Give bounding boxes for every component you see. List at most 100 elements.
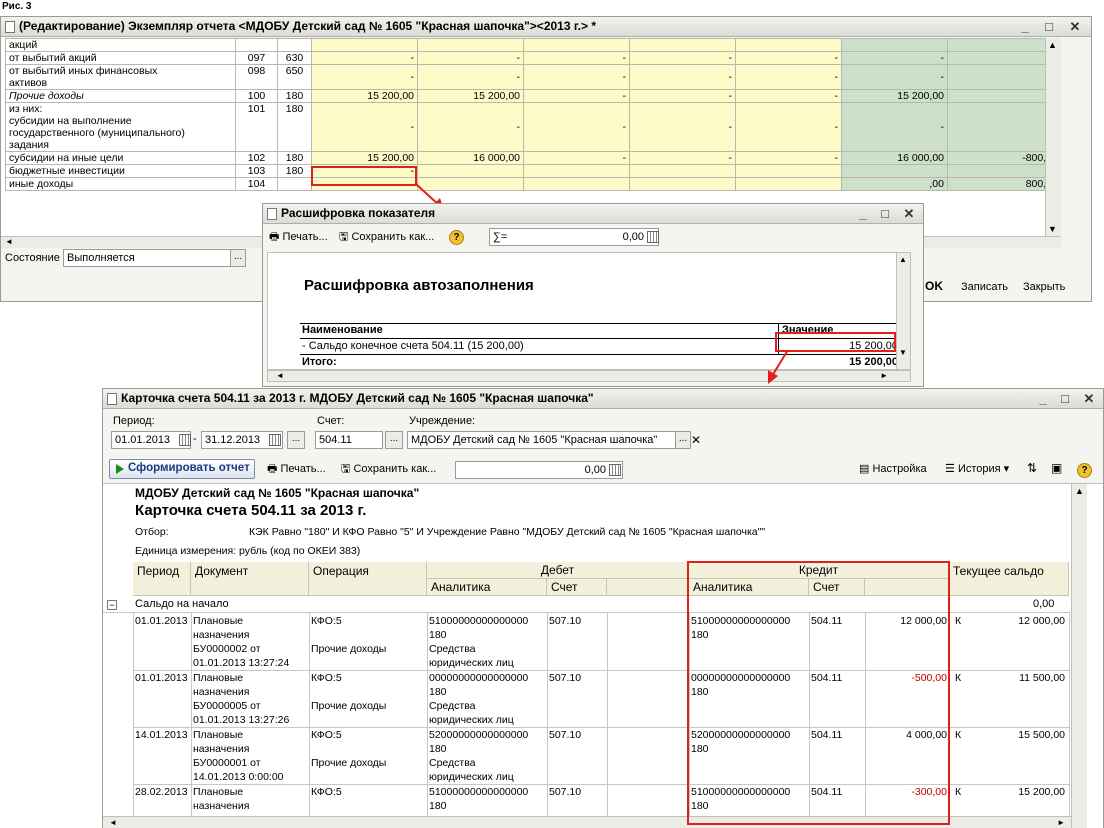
org-select-button[interactable]: ... (675, 431, 691, 449)
horizontal-scrollbar[interactable]: ◄ ► (267, 370, 911, 382)
account-field[interactable]: 504.11 (315, 431, 383, 449)
value-cell[interactable]: - (735, 89, 842, 103)
settings-button[interactable]: ▤ Настройка (859, 460, 927, 478)
calendar-icon[interactable] (269, 434, 281, 446)
value-cell[interactable] (629, 38, 736, 52)
scroll-left-icon[interactable]: ◄ (5, 237, 13, 246)
value-cell[interactable] (735, 164, 842, 178)
value-cell[interactable]: 15 200,00 (311, 151, 418, 165)
value-cell[interactable]: - (629, 89, 736, 103)
value-cell[interactable]: - (311, 64, 418, 90)
value-cell[interactable] (947, 102, 1056, 152)
value-cell[interactable]: 15 200,00 (417, 89, 524, 103)
state-select-button[interactable]: ... (230, 249, 246, 267)
value-cell[interactable]: - (841, 64, 948, 90)
vertical-scrollbar[interactable]: ▲ (1071, 484, 1087, 828)
maximize-icon[interactable]: □ (877, 206, 893, 221)
value-cell[interactable] (947, 51, 1056, 65)
scroll-right-icon[interactable]: ► (880, 371, 888, 380)
help-icon[interactable]: ? (449, 230, 464, 245)
scroll-up-icon[interactable]: ▲ (899, 255, 907, 264)
value-cell[interactable] (841, 164, 948, 178)
scroll-down-icon[interactable]: ▼ (1048, 224, 1057, 234)
account-select-button[interactable]: ... (385, 431, 403, 449)
close-button[interactable]: Закрыть (1023, 281, 1065, 293)
state-field[interactable]: Выполняется (63, 249, 231, 267)
value-cell[interactable] (629, 177, 736, 191)
generate-report-button[interactable]: Сформировать отчет (109, 459, 255, 479)
value-cell[interactable]: - (523, 102, 630, 152)
value-cell[interactable]: ,00 (841, 177, 948, 191)
save-settings-icon[interactable]: ▣ (1051, 461, 1062, 475)
ok-button[interactable]: OK (925, 279, 943, 293)
history-button[interactable]: ☰ История ▾ (945, 460, 1009, 478)
value-cell[interactable]: - (417, 51, 524, 65)
sort-icon[interactable]: ⇅ (1027, 461, 1037, 475)
value-cell[interactable]: 16 000,00 (841, 151, 948, 165)
value-cell[interactable] (947, 38, 1056, 52)
value-cell[interactable]: - (523, 51, 630, 65)
value-cell[interactable]: - (841, 102, 948, 152)
save-as-button[interactable]: 🖫 Сохранить как... (341, 460, 436, 478)
save-as-button[interactable]: 🖫 Сохранить как... (339, 228, 434, 246)
scroll-up-icon[interactable]: ▲ (1075, 486, 1084, 496)
value-cell[interactable]: 800,0 (947, 177, 1056, 191)
scroll-left-icon[interactable]: ◄ (276, 371, 284, 380)
value-cell[interactable] (523, 164, 630, 178)
value-cell[interactable] (311, 38, 418, 52)
close-icon[interactable]: ✕ (1067, 19, 1083, 34)
calculator-icon[interactable] (647, 231, 659, 243)
scroll-right-icon[interactable]: ► (1057, 818, 1065, 827)
value-cell[interactable]: - (629, 102, 736, 152)
value-cell[interactable] (735, 177, 842, 191)
value-cell[interactable]: - (735, 64, 842, 90)
value-cell[interactable]: - (523, 151, 630, 165)
minimize-icon[interactable]: _ (1035, 391, 1051, 406)
value-cell[interactable] (947, 89, 1056, 103)
value-cell[interactable]: -800,0 (947, 151, 1056, 165)
org-field[interactable]: МДОБУ Детский сад № 1605 "Красная шапочк… (407, 431, 677, 449)
value-cell[interactable]: 15 200,00 (311, 89, 418, 103)
minimize-icon[interactable]: _ (1017, 19, 1033, 34)
value-cell[interactable] (523, 38, 630, 52)
vertical-scrollbar[interactable]: ▲ ▼ (896, 253, 910, 369)
collapse-icon[interactable]: − (107, 600, 117, 610)
value-cell[interactable] (841, 38, 948, 52)
value-cell[interactable] (947, 164, 1056, 178)
value-cell[interactable]: - (523, 89, 630, 103)
value-cell[interactable] (947, 64, 1056, 90)
value-cell[interactable]: 15 200,00 (841, 89, 948, 103)
value-cell[interactable]: - (629, 51, 736, 65)
vertical-scrollbar[interactable]: ▲ ▼ (1045, 38, 1061, 236)
maximize-icon[interactable]: □ (1057, 391, 1073, 406)
value-cell[interactable]: - (735, 102, 842, 152)
value-cell[interactable]: - (417, 64, 524, 90)
scroll-down-icon[interactable]: ▼ (899, 348, 907, 357)
value-cell[interactable]: 16 000,00 (417, 151, 524, 165)
value-cell[interactable]: - (629, 151, 736, 165)
value-cell[interactable] (735, 38, 842, 52)
scroll-left-icon[interactable]: ◄ (109, 818, 117, 827)
help-icon[interactable]: ? (1077, 463, 1092, 478)
minimize-icon[interactable]: _ (855, 206, 871, 221)
value-cell[interactable]: - (735, 51, 842, 65)
value-cell[interactable]: - (735, 151, 842, 165)
period-select-button[interactable]: ... (287, 431, 305, 449)
calculator-icon[interactable] (609, 464, 621, 476)
value-cell[interactable] (417, 164, 524, 178)
value-cell[interactable] (629, 164, 736, 178)
scroll-up-icon[interactable]: ▲ (1048, 40, 1057, 50)
calendar-icon[interactable] (179, 434, 191, 446)
value-cell[interactable]: - (311, 51, 418, 65)
value-cell[interactable]: - (417, 102, 524, 152)
value-cell[interactable]: - (311, 102, 418, 152)
value-cell[interactable]: - (629, 64, 736, 90)
print-button[interactable]: 🖶 Печать... (267, 460, 326, 478)
value-cell[interactable]: - (523, 64, 630, 90)
value-cell[interactable]: - (841, 51, 948, 65)
clear-icon[interactable]: ✕ (691, 433, 701, 447)
maximize-icon[interactable]: □ (1041, 19, 1057, 34)
value-cell[interactable] (417, 38, 524, 52)
value-cell[interactable] (523, 177, 630, 191)
close-icon[interactable]: ✕ (1081, 391, 1097, 406)
